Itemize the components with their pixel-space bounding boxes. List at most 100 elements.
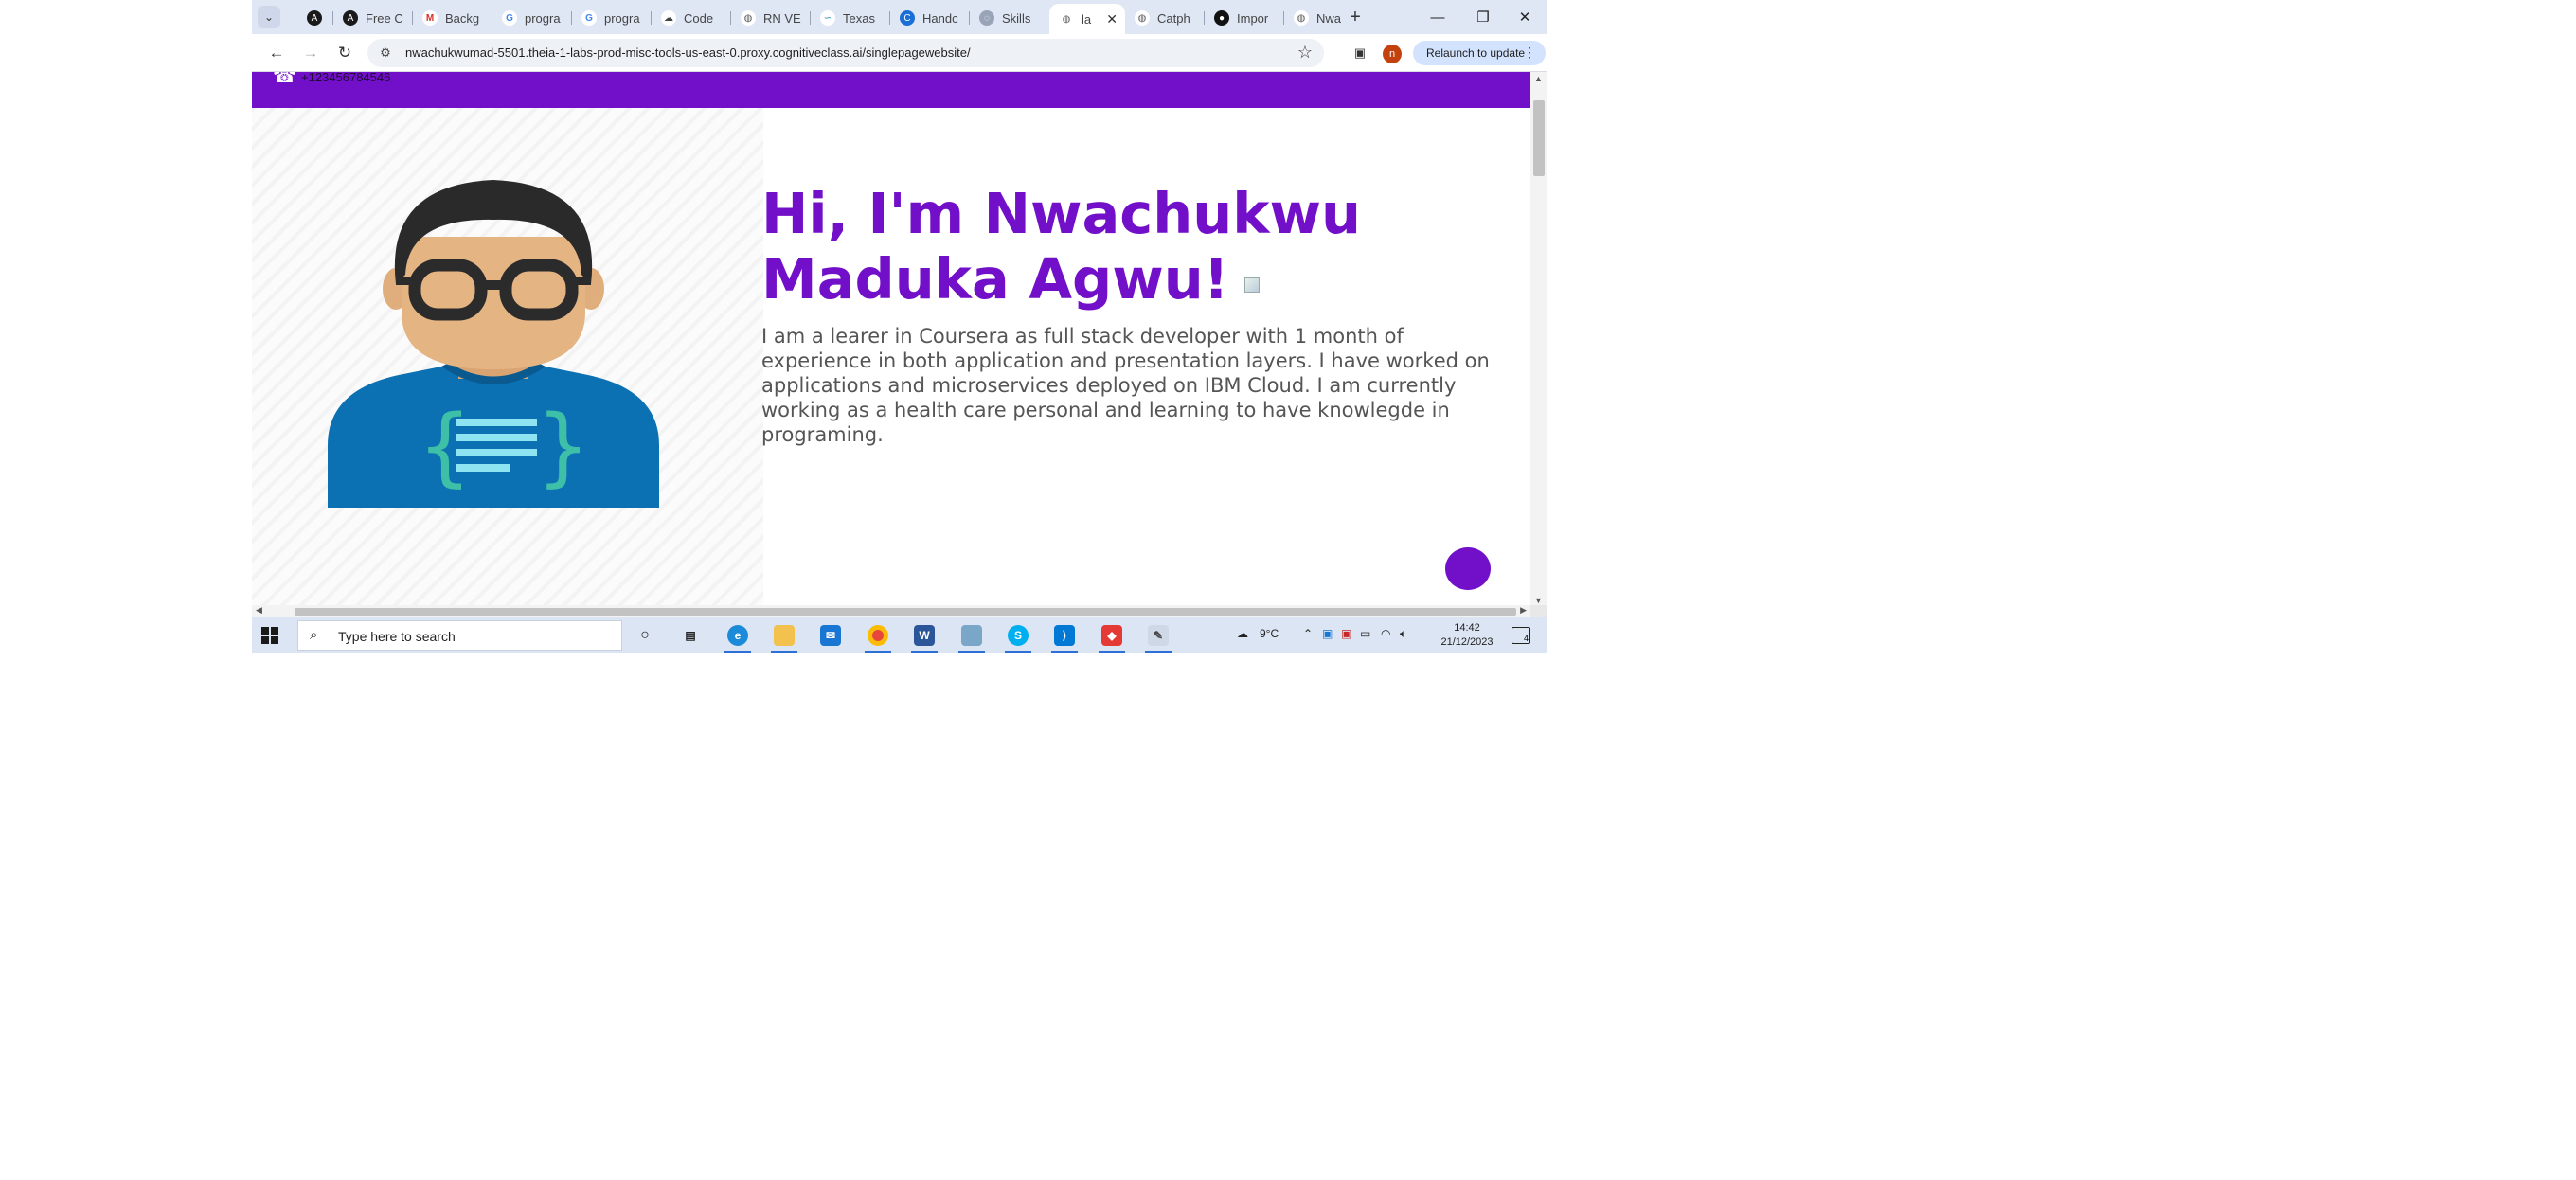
- address-bar[interactable]: ⚙ nwachukwumad-5501.theia-1-labs-prod-mi…: [367, 39, 1324, 67]
- developer-avatar-illustration: { }: [328, 180, 659, 508]
- scroll-right-icon[interactable]: ▶: [1520, 605, 1527, 616]
- site-top-bar: ☎ +123456784546: [252, 72, 1530, 108]
- tab-title: Nwac: [1316, 10, 1341, 26]
- scroll-left-icon[interactable]: ◀: [256, 605, 262, 616]
- reload-button[interactable]: ↻: [333, 42, 356, 64]
- tab-5[interactable]: G progra: [572, 4, 652, 32]
- paint-icon: ✎: [1148, 625, 1169, 646]
- arrow-right-icon: →: [302, 44, 319, 62]
- skype-taskbar-button[interactable]: S: [1001, 622, 1035, 653]
- chevron-down-icon: ⌄: [263, 10, 275, 24]
- tab-8[interactable]: ∽ Texas: [811, 4, 890, 32]
- more-menu-icon[interactable]: ⋮: [1523, 45, 1536, 61]
- tab-title: Backg: [445, 10, 480, 26]
- windows-start-icon[interactable]: [261, 627, 278, 644]
- tab-title: Free C: [366, 10, 403, 26]
- clock-date: 21/12/2023: [1440, 636, 1494, 648]
- search-icon: ⌕: [310, 627, 318, 643]
- site-settings-icon[interactable]: ⚙: [377, 45, 394, 62]
- taskbar-search[interactable]: ⌕ Type here to search: [297, 620, 622, 651]
- battery-icon[interactable]: ▭: [1360, 627, 1370, 640]
- tab-12[interactable]: ◍ Catph: [1125, 4, 1205, 32]
- anydesk-icon: ◆: [1101, 625, 1122, 646]
- horizontal-scroll-thumb[interactable]: [295, 608, 1516, 616]
- broken-image-icon: [1243, 277, 1260, 293]
- browser-toolbar: ← → ↻ ⚙ nwachukwumad-5501.theia-1-labs-p…: [252, 34, 1547, 72]
- skype-icon: S: [1008, 625, 1029, 646]
- globe-icon: ◍: [1294, 10, 1309, 26]
- profile-avatar[interactable]: n: [1383, 45, 1402, 63]
- arrow-left-icon: ←: [268, 44, 285, 62]
- vscode-icon: ⟩: [1054, 625, 1075, 646]
- taskbar-clock[interactable]: 14:42 21/12/2023: [1434, 621, 1500, 650]
- tab-2[interactable]: A Free C: [333, 4, 413, 32]
- tab-3[interactable]: M Backg: [413, 4, 492, 32]
- tab-search-button[interactable]: ⌄: [258, 6, 280, 28]
- cloud-icon: ☁: [661, 10, 676, 26]
- tab-title: Catph: [1157, 10, 1190, 26]
- tray-app-icon[interactable]: ▣: [1322, 627, 1333, 640]
- tray-app-icon[interactable]: ▣: [1341, 627, 1351, 640]
- a-icon: A: [343, 10, 358, 26]
- forward-button[interactable]: →: [299, 42, 322, 64]
- tab-1[interactable]: A: [297, 4, 333, 32]
- tab-14[interactable]: ◍ Nwac: [1284, 4, 1341, 32]
- bookmark-star-icon[interactable]: ☆: [1297, 43, 1313, 63]
- paint-taskbar-button[interactable]: ✎: [1141, 622, 1175, 653]
- word-icon: W: [914, 625, 935, 646]
- back-button[interactable]: ←: [265, 42, 288, 64]
- texas-icon: ∽: [820, 10, 835, 26]
- restore-button[interactable]: ❐: [1460, 4, 1506, 30]
- tab-6[interactable]: ☁ Code: [652, 4, 731, 32]
- tab-strip: ⌄ A A Free C M Backg G progra G progra ☁: [252, 0, 1547, 34]
- weather-temperature[interactable]: 9°C: [1260, 627, 1279, 640]
- tab-4[interactable]: G progra: [492, 4, 572, 32]
- file-explorer-taskbar-button[interactable]: [767, 622, 801, 653]
- c-icon: C: [900, 10, 915, 26]
- tab-7[interactable]: ◍ RN VE: [731, 4, 811, 32]
- mail-taskbar-button[interactable]: ✉: [814, 622, 848, 649]
- network-icon[interactable]: ◠: [1381, 627, 1390, 640]
- side-panel-icon[interactable]: ▣: [1351, 44, 1369, 63]
- edge-taskbar-button[interactable]: e: [721, 622, 755, 653]
- phone-number: +123456784546: [301, 72, 391, 84]
- tab-10[interactable]: ◌ Skills: [970, 4, 1049, 32]
- relaunch-label: Relaunch to update: [1426, 46, 1526, 60]
- weather-icon[interactable]: ☁: [1237, 627, 1248, 640]
- show-hidden-icons-icon[interactable]: ⌃: [1303, 627, 1313, 640]
- volume-icon[interactable]: 🔈︎: [1400, 627, 1406, 641]
- word-taskbar-button[interactable]: W: [907, 622, 941, 653]
- new-tab-button[interactable]: +: [1344, 6, 1367, 28]
- url-text[interactable]: nwachukwumad-5501.theia-1-labs-prod-misc…: [405, 45, 971, 60]
- relaunch-button[interactable]: Relaunch to update ⋮: [1413, 41, 1546, 65]
- task-view-button[interactable]: ▤: [673, 622, 707, 649]
- close-tab-icon[interactable]: ✕: [1106, 11, 1118, 27]
- vertical-scroll-thumb[interactable]: [1533, 100, 1545, 176]
- tab-9[interactable]: C Handc: [890, 4, 970, 32]
- tab-11-active[interactable]: ◍ la ✕: [1049, 4, 1125, 34]
- cortana-button[interactable]: ○: [628, 622, 662, 649]
- gmail-icon: M: [422, 10, 438, 26]
- vertical-scrollbar[interactable]: ▲ ▼: [1530, 72, 1547, 605]
- tab-title: Impor: [1237, 10, 1269, 26]
- vscode-taskbar-button[interactable]: ⟩: [1047, 622, 1082, 653]
- a-icon: A: [307, 10, 322, 26]
- tab-title: progra: [525, 10, 561, 26]
- chrome-taskbar-button[interactable]: [861, 622, 895, 653]
- anydesk-taskbar-button[interactable]: ◆: [1095, 622, 1129, 653]
- hero-title-text: Hi, I'm Nwachukwu Maduka Agwu!: [761, 181, 1362, 312]
- app-icon: [961, 625, 982, 646]
- floating-action-button[interactable]: [1445, 547, 1491, 590]
- tab-title: Skills: [1002, 10, 1031, 26]
- tab-title: Handc: [922, 10, 958, 26]
- tab-13[interactable]: ● Impor: [1205, 4, 1284, 32]
- scroll-up-icon[interactable]: ▲: [1534, 74, 1543, 83]
- screen: ⌄ A A Free C M Backg G progra G progra ☁: [252, 0, 1547, 653]
- horizontal-scrollbar[interactable]: ◀ ▶: [252, 605, 1530, 617]
- scroll-down-icon[interactable]: ▼: [1534, 596, 1543, 605]
- notification-center-icon[interactable]: 4: [1512, 627, 1530, 644]
- minimize-button[interactable]: —: [1415, 4, 1460, 30]
- chrome-icon: [868, 625, 888, 646]
- close-window-button[interactable]: ✕: [1502, 4, 1547, 30]
- app-taskbar-button[interactable]: [955, 622, 989, 653]
